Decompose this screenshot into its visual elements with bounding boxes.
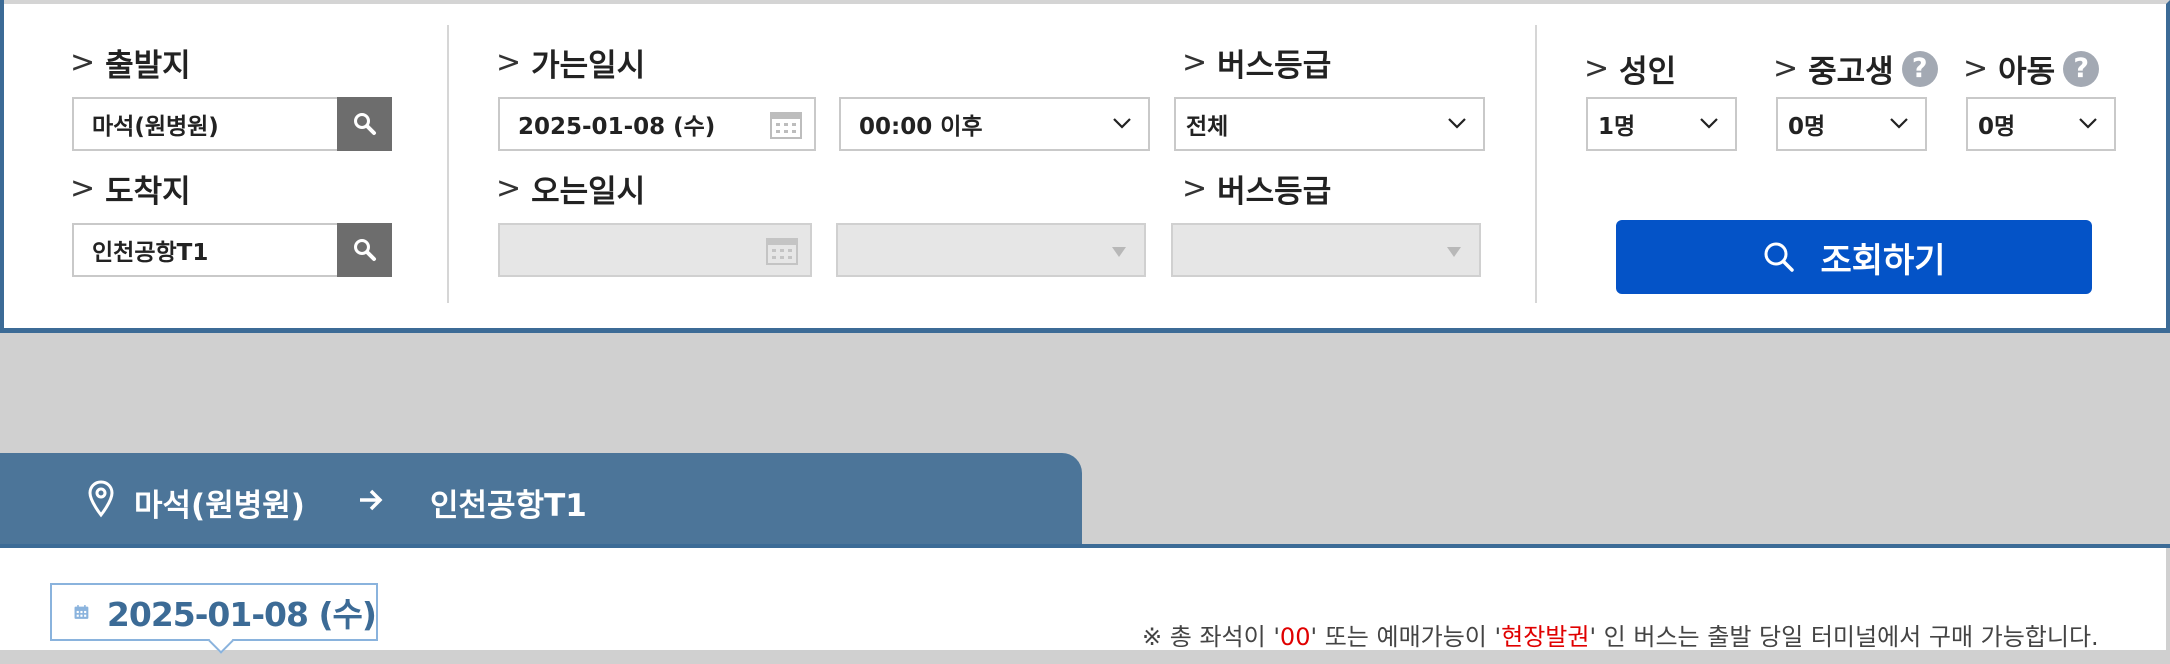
notice-highlight-onsite: 현장발권 [1501, 623, 1590, 651]
chevron-right-icon: > [496, 171, 522, 206]
go-grade-value: 전체 [1186, 114, 1229, 140]
adult-label: > 성인 [1584, 46, 1676, 91]
chevron-down-icon [1113, 118, 1131, 129]
calendar-icon [766, 238, 798, 265]
return-grade-label-text: 버스등급 [1217, 174, 1332, 210]
location-pin-icon [88, 480, 114, 518]
go-date-label: > 가는일시 [496, 40, 645, 85]
go-date-label-text: 가는일시 [531, 48, 646, 84]
departure-search-button[interactable] [337, 97, 392, 151]
return-date-label-text: 오는일시 [531, 174, 646, 210]
arrow-right-icon [360, 489, 383, 511]
chevron-right-icon: > [496, 45, 522, 80]
child-label: > 아동 ? [1963, 46, 2100, 91]
adult-count-value: 1명 [1598, 114, 1636, 140]
go-date-picker[interactable]: 2025-01-08 (수) [498, 97, 816, 151]
go-date-value: 2025-01-08 (수) [518, 114, 716, 140]
search-button[interactable]: 조회하기 [1616, 220, 2092, 294]
departure-label-text: 출발지 [105, 48, 191, 84]
arrival-input[interactable]: 인천공항T1 [72, 223, 392, 277]
selected-date-text: 2025-01-08 (수) [106, 595, 377, 634]
departure-value: 마석(원병원) [92, 114, 219, 140]
notice-prefix: ※ 총 좌석이 ' [1142, 623, 1280, 651]
return-time-select[interactable] [836, 223, 1146, 277]
departure-input[interactable]: 마석(원병원) [72, 97, 392, 151]
triangle-down-icon [1447, 247, 1461, 257]
calendar-icon [74, 605, 89, 619]
selected-date-tab[interactable]: 2025-01-08 (수) [50, 583, 378, 654]
magnifier-icon [353, 113, 376, 135]
search-button-label: 조회하기 [1820, 240, 1946, 281]
go-time-value: 00:00 이후 [859, 114, 983, 140]
adult-label-text: 성인 [1619, 54, 1677, 90]
chevron-right-icon: > [1584, 51, 1610, 86]
child-count-select[interactable]: 0명 [1966, 97, 2116, 151]
chevron-down-icon [2079, 118, 2097, 129]
search-icon [1764, 242, 1795, 272]
divider [447, 25, 449, 303]
adult-count-select[interactable]: 1명 [1586, 97, 1737, 151]
go-grade-label-text: 버스등급 [1217, 48, 1332, 84]
chevron-right-icon: > [1773, 51, 1799, 86]
student-label-text: 중고생 [1808, 54, 1894, 90]
arrival-value: 인천공항T1 [92, 240, 209, 266]
go-time-select[interactable]: 00:00 이후 [839, 97, 1150, 151]
student-count-select[interactable]: 0명 [1776, 97, 1927, 151]
triangle-down-icon [1112, 247, 1126, 257]
chevron-right-icon: > [70, 45, 96, 80]
notice-suffix: ' 인 버스는 출발 당일 터미널에서 구매 가능합니다. [1589, 623, 2099, 651]
arrival-label-text: 도착지 [105, 174, 191, 210]
arrival-label: > 도착지 [70, 166, 191, 211]
departure-label: > 출발지 [70, 40, 191, 85]
chevron-down-icon [1890, 118, 1908, 129]
notice-middle: ' 또는 예매가능이 ' [1310, 623, 1502, 651]
route-destination: 인천공항T1 [430, 488, 587, 524]
return-grade-label: > 버스등급 [1182, 166, 1331, 211]
go-grade-select[interactable]: 전체 [1174, 97, 1485, 151]
chevron-down-icon [1700, 118, 1718, 129]
chevron-right-icon: > [70, 171, 96, 206]
chevron-down-icon [1448, 118, 1466, 129]
chevron-right-icon: > [1182, 45, 1208, 80]
calendar-icon[interactable] [770, 111, 802, 139]
divider [1535, 25, 1537, 303]
notice-highlight-seats: 00 [1279, 623, 1311, 651]
student-label: > 중고생 ? [1773, 46, 1938, 91]
magnifier-icon [353, 239, 376, 261]
return-date-picker[interactable] [498, 223, 812, 277]
return-grade-select[interactable] [1171, 223, 1481, 277]
child-label-text: 아동 [1998, 54, 2056, 90]
child-count-value: 0명 [1978, 114, 2016, 140]
chevron-right-icon: > [1182, 171, 1208, 206]
return-date-label: > 오는일시 [496, 166, 645, 211]
help-icon[interactable]: ? [2063, 50, 2100, 87]
help-icon[interactable]: ? [1901, 50, 1938, 87]
go-grade-label: > 버스등급 [1182, 40, 1331, 85]
student-count-value: 0명 [1788, 114, 1826, 140]
arrival-search-button[interactable] [337, 223, 392, 277]
purchase-notice: ※ 총 좌석이 '00' 또는 예매가능이 '현장발권' 인 버스는 출발 당일… [1142, 617, 2099, 652]
route-origin: 마석(원병원) [134, 488, 305, 524]
chevron-right-icon: > [1963, 51, 1989, 86]
